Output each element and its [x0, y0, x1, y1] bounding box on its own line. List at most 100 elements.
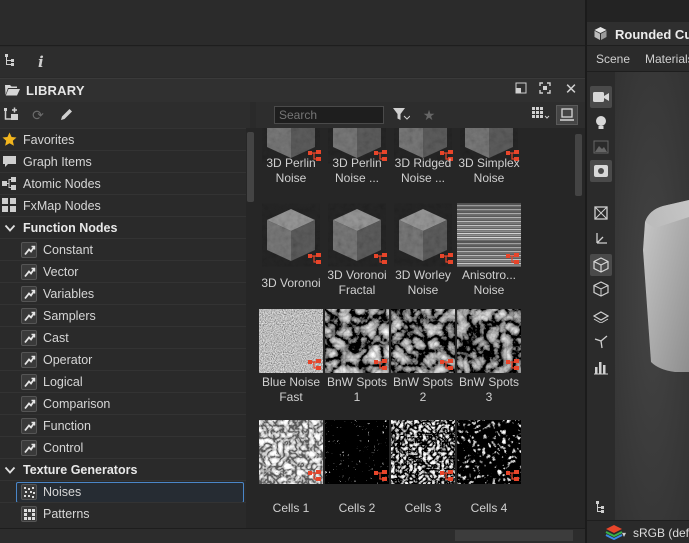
tree-item-operator[interactable]: Operator — [0, 348, 246, 370]
plane-icon[interactable] — [590, 306, 612, 328]
item-thumbnail[interactable] — [457, 309, 521, 373]
view3d-bottom-bar: ▾ sRGB (default) — [587, 520, 689, 543]
view3d-viewport[interactable] — [615, 72, 689, 520]
item-thumbnail[interactable] — [325, 420, 389, 484]
tree-item-function[interactable]: Function — [0, 414, 246, 436]
atomic-nodes-icon — [2, 176, 17, 191]
item-thumbnail[interactable] — [391, 309, 455, 373]
tree-item-patterns[interactable]: Patterns — [0, 502, 246, 524]
add-folder-icon[interactable] — [2, 107, 20, 123]
tree-item-label: Function — [43, 419, 91, 433]
light-bulb-icon[interactable] — [590, 112, 612, 134]
hierarchy-icon[interactable] — [4, 53, 18, 71]
tree-item-favorites[interactable]: Favorites — [0, 128, 246, 150]
tree-item-variables[interactable]: Variables — [0, 282, 246, 304]
mesh-cube-icon[interactable] — [590, 254, 612, 276]
tree-item-cast[interactable]: Cast — [0, 326, 246, 348]
chevron-down-icon[interactable] — [4, 222, 19, 237]
tree-item-noises[interactable]: Noises — [0, 480, 246, 503]
item-thumbnail[interactable] — [325, 203, 389, 267]
tree-item-label: Control — [43, 441, 84, 455]
favorite-star-icon[interactable]: ★ — [420, 107, 438, 123]
tangent-icon[interactable] — [590, 330, 612, 352]
search-input[interactable] — [274, 106, 384, 124]
chevron-down-icon[interactable] — [4, 464, 19, 479]
cube-icon — [593, 26, 608, 44]
view3d-header: Rounded Cube — [587, 22, 689, 46]
tree-item-function-nodes[interactable]: Function Nodes — [0, 216, 246, 238]
tree-item-vector[interactable]: Vector — [0, 260, 246, 282]
item-thumbnail[interactable] — [391, 420, 455, 484]
refresh-icon[interactable]: ⟳ — [29, 107, 47, 123]
tree-item-texture-generators[interactable]: Texture Generators — [0, 458, 246, 480]
colorspace-select[interactable]: sRGB (default) — [633, 526, 689, 540]
graph-link-icon — [506, 470, 519, 482]
tree-item-label: Cast — [43, 331, 69, 345]
item-label: 3D Perlin — [332, 156, 382, 170]
dropdown-arrow-icon[interactable]: ▾ — [622, 530, 626, 539]
tree-item-fxmap-nodes[interactable]: FxMap Nodes — [0, 194, 246, 216]
graph-link-icon — [374, 359, 387, 371]
close-icon[interactable]: ✕ — [563, 82, 579, 98]
menu-scene[interactable]: Scene — [596, 52, 630, 66]
tree-item-label: Operator — [43, 353, 93, 367]
filter-icon[interactable] — [392, 107, 411, 123]
tree-item-graph-items[interactable]: Graph Items — [0, 150, 246, 172]
tree-item-constant[interactable]: Constant — [0, 238, 246, 260]
tree-scrollbar-thumb[interactable] — [247, 132, 254, 202]
tree-item-label: Texture Generators — [23, 463, 138, 477]
pattern-icon — [21, 506, 37, 522]
item-label: Cells 1 — [272, 501, 310, 515]
statistics-icon[interactable] — [590, 356, 612, 378]
wireframe-cube-icon[interactable] — [590, 202, 612, 224]
tree-item-label: Function Nodes — [23, 221, 118, 235]
item-thumbnail[interactable] — [457, 420, 521, 484]
function-icon — [21, 286, 37, 302]
hierarchy-small-icon[interactable] — [590, 496, 612, 518]
layers-icon[interactable] — [605, 524, 623, 543]
item-label-line2: 3 — [485, 390, 493, 404]
info-icon[interactable]: i — [38, 53, 44, 71]
tree-item-comparison[interactable]: Comparison — [0, 392, 246, 414]
horizontal-scrollbar-thumb[interactable] — [455, 530, 573, 541]
tree-item-label: Variables — [43, 287, 95, 301]
tree-item-label: Constant — [43, 243, 94, 257]
graph-link-icon — [374, 253, 387, 265]
item-thumbnail[interactable] — [259, 309, 323, 373]
item-thumbnail[interactable] — [325, 309, 389, 373]
item-thumbnail[interactable] — [391, 203, 455, 267]
graph-link-icon — [440, 253, 453, 265]
item-thumbnail[interactable] — [457, 203, 521, 267]
folder-open-icon — [4, 83, 21, 100]
axis-gizmo-icon[interactable] — [590, 228, 612, 250]
item-thumbnail[interactable] — [259, 203, 323, 267]
grid-view-icon[interactable] — [532, 107, 550, 123]
tree-item-logical[interactable]: Logical — [0, 370, 246, 392]
grid-scrollbar-thumb[interactable] — [575, 134, 582, 196]
graph-link-icon — [374, 470, 387, 482]
bounding-box-icon[interactable] — [590, 278, 612, 300]
camera-icon[interactable] — [590, 86, 612, 108]
library-toolbar: ⟳ — [0, 102, 250, 128]
screenshot-icon[interactable] — [590, 160, 612, 182]
graph-link-icon — [308, 359, 321, 371]
tree-item-samplers[interactable]: Samplers — [0, 304, 246, 326]
item-label-line2: Noise — [407, 283, 439, 297]
graph-link-icon — [308, 253, 321, 265]
star-icon — [2, 132, 17, 147]
item-label-line2: Noise ... — [400, 171, 445, 185]
float-panel-icon[interactable] — [513, 82, 529, 98]
item-thumbnail[interactable] — [259, 420, 323, 484]
preview-mode-button[interactable] — [556, 105, 578, 125]
maximize-icon[interactable] — [537, 82, 553, 98]
edit-pencil-icon[interactable] — [57, 107, 75, 123]
item-label: BnW Spots — [392, 375, 454, 389]
menu-materials[interactable]: Materials — [645, 52, 689, 66]
tree-item-atomic-nodes[interactable]: Atomic Nodes — [0, 172, 246, 194]
app-root: i LIBRARY ✕ ⟳ Favorites Graph Items Atomic… — [0, 0, 689, 543]
tree-item-control[interactable]: Control — [0, 436, 246, 458]
item-label-line2: Noise — [473, 283, 505, 297]
item-label: 3D Perlin — [266, 156, 316, 170]
item-label: 3D Voronoi — [261, 276, 321, 290]
environment-icon[interactable] — [590, 136, 612, 158]
